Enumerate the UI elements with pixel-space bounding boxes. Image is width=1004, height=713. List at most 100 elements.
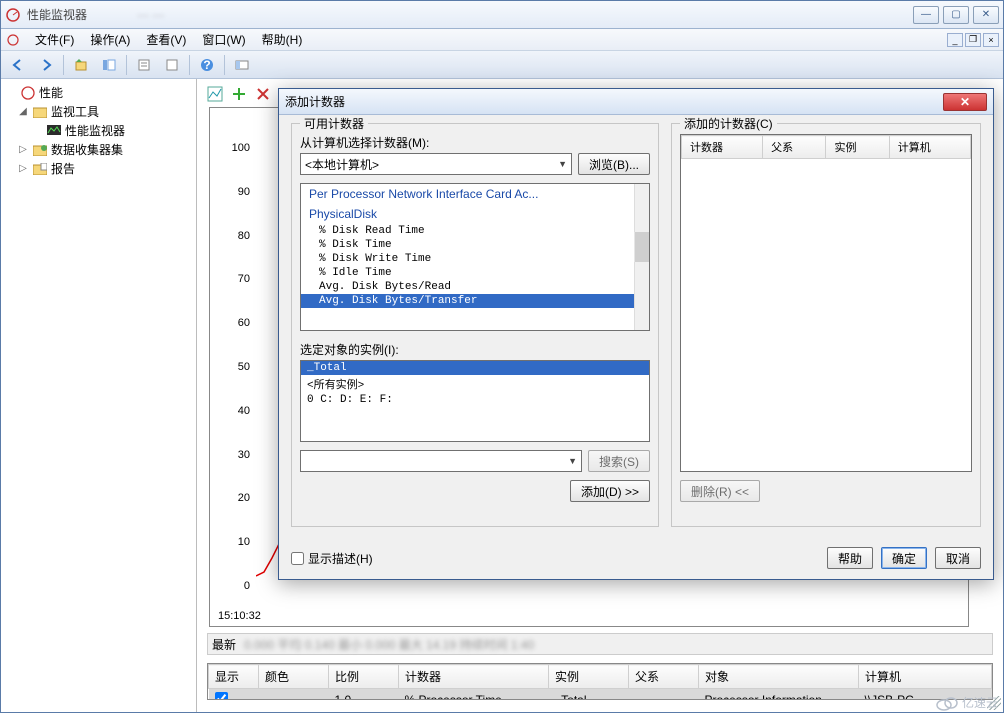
tree-tools-label: 监视工具 (51, 103, 99, 120)
back-button[interactable] (7, 54, 29, 76)
tree-collectors-label: 数据收集器集 (51, 141, 123, 158)
added-col-instance[interactable]: 实例 (826, 136, 889, 159)
stats-latest-label: 最新 (212, 636, 236, 653)
instance-item[interactable]: _Total (301, 361, 649, 375)
row-instance: _Total (549, 689, 629, 701)
folder-icon (32, 104, 48, 120)
y-tick: 20 (238, 492, 250, 504)
counter-row[interactable]: 1.0 % Processor Time _Total --- Processo… (209, 689, 992, 701)
counter-item[interactable]: % Idle Time (301, 266, 649, 280)
instance-item[interactable]: <所有实例> (301, 375, 649, 393)
show-hide-tree-button[interactable] (98, 54, 120, 76)
row-parent: --- (629, 689, 699, 701)
col-show[interactable]: 显示 (209, 665, 259, 689)
counter-item[interactable]: % Disk Write Time (301, 252, 649, 266)
counter-item[interactable]: Avg. Disk Bytes/Transfer (301, 294, 649, 308)
added-col-parent[interactable]: 父系 (763, 136, 826, 159)
dialog-title: 添加计数器 (285, 93, 345, 110)
counter-grid: 显示 颜色 比例 计数器 实例 父系 对象 计算机 (207, 663, 993, 700)
col-object[interactable]: 对象 (699, 665, 859, 689)
col-color[interactable]: 颜色 (259, 665, 329, 689)
mdi-close[interactable]: × (983, 33, 999, 47)
add-button[interactable]: 添加(D) >> (570, 480, 650, 502)
watermark: 亿速云 (936, 694, 998, 711)
row-show-checkbox[interactable] (215, 692, 228, 700)
show-description-input[interactable] (291, 552, 304, 565)
counter-item[interactable]: % Disk Time (301, 238, 649, 252)
toolbar: ? (1, 51, 1003, 79)
menu-help[interactable]: 帮助(H) (254, 29, 311, 50)
menu-window[interactable]: 窗口(W) (194, 29, 253, 50)
cancel-button[interactable]: 取消 (935, 547, 981, 569)
computer-combo[interactable]: <本地计算机> ▼ (300, 153, 572, 175)
monitor-icon (46, 123, 62, 139)
added-counters-list[interactable]: 计数器 父系 实例 计算机 (680, 134, 972, 472)
mdi-minimize[interactable]: _ (947, 33, 963, 47)
y-tick: 30 (238, 449, 250, 461)
refresh-button[interactable] (161, 54, 183, 76)
menu-action[interactable]: 操作(A) (82, 29, 138, 50)
view-type-button[interactable] (205, 84, 225, 104)
search-button[interactable]: 搜索(S) (588, 450, 650, 472)
add-counters-dialog: 添加计数器 ✕ 可用计数器 从计算机选择计数器(M): <本地计算机> ▼ 浏览… (278, 88, 994, 580)
added-col-computer[interactable]: 计算机 (889, 136, 970, 159)
scrollbar-thumb[interactable] (634, 232, 649, 262)
menu-view[interactable]: 查看(V) (138, 29, 194, 50)
category-nic[interactable]: Per Processor Network Interface Card Ac.… (301, 184, 649, 204)
close-button[interactable]: ✕ (973, 6, 999, 24)
title-bar: 性能监视器 ··· ··· — ▢ ✕ (1, 1, 1003, 29)
extra-button[interactable] (231, 54, 253, 76)
row-object: Processor Information (699, 689, 859, 701)
row-scale: 1.0 (329, 689, 399, 701)
ok-button[interactable]: 确定 (881, 547, 927, 569)
y-tick: 70 (238, 273, 250, 285)
dialog-close-button[interactable]: ✕ (943, 93, 987, 111)
tree-root-label: 性能 (39, 84, 63, 101)
up-button[interactable] (70, 54, 92, 76)
y-tick: 100 (232, 142, 250, 154)
chevron-down-icon: ▼ (558, 159, 567, 169)
dialog-title-bar[interactable]: 添加计数器 ✕ (279, 89, 993, 115)
forward-button[interactable] (35, 54, 57, 76)
tree-reports[interactable]: ▷ 报告 (3, 159, 194, 178)
app-icon-small (5, 32, 21, 48)
tree-collectors[interactable]: ▷ 数据收集器集 (3, 140, 194, 159)
counter-categories-list[interactable]: Per Processor Network Interface Card Ac.… (300, 183, 650, 331)
menu-bar: 文件(F) 操作(A) 查看(V) 窗口(W) 帮助(H) _ ❐ × (1, 29, 1003, 51)
counter-item[interactable]: Avg. Disk Bytes/Read (301, 280, 649, 294)
minimize-button[interactable]: — (913, 6, 939, 24)
tree-perfmon-label: 性能监视器 (65, 122, 125, 139)
tree-tools[interactable]: ◢ 监视工具 (3, 102, 194, 121)
y-tick: 80 (238, 230, 250, 242)
menu-file[interactable]: 文件(F) (27, 29, 82, 50)
delete-counter-button[interactable] (253, 84, 273, 104)
col-instance[interactable]: 实例 (549, 665, 629, 689)
counter-item[interactable]: % Disk Read Time (301, 224, 649, 238)
instances-label: 选定对象的实例(I): (300, 341, 650, 358)
maximize-button[interactable]: ▢ (943, 6, 969, 24)
category-physicaldisk[interactable]: PhysicalDisk⯅ (301, 204, 649, 224)
col-scale[interactable]: 比例 (329, 665, 399, 689)
add-counter-button[interactable] (229, 84, 249, 104)
browse-button[interactable]: 浏览(B)... (578, 153, 650, 175)
y-tick: 40 (238, 405, 250, 417)
help-button[interactable]: ? (196, 54, 218, 76)
tree-reports-label: 报告 (51, 160, 75, 177)
instances-list[interactable]: _Total<所有实例>0 C: D: E: F: (300, 360, 650, 442)
y-tick: 90 (238, 186, 250, 198)
added-col-counter[interactable]: 计数器 (682, 136, 763, 159)
col-computer[interactable]: 计算机 (859, 665, 992, 689)
tree-perfmon[interactable]: 性能监视器 (3, 121, 194, 140)
properties-button[interactable] (133, 54, 155, 76)
stats-row: 最新 0.000 平均 0.140 最小 0.000 最大 14.19 持续时间… (207, 633, 993, 655)
col-counter[interactable]: 计数器 (399, 665, 549, 689)
row-counter: % Processor Time (399, 689, 549, 701)
search-combo[interactable]: ▼ (300, 450, 582, 472)
show-description-checkbox[interactable]: 显示描述(H) (291, 550, 373, 567)
col-parent[interactable]: 父系 (629, 665, 699, 689)
instance-item[interactable]: 0 C: D: E: F: (301, 393, 649, 407)
remove-button[interactable]: 删除(R) << (680, 480, 760, 502)
help-button[interactable]: 帮助 (827, 547, 873, 569)
mdi-restore[interactable]: ❐ (965, 33, 981, 47)
tree-root[interactable]: 性能 (3, 83, 194, 102)
